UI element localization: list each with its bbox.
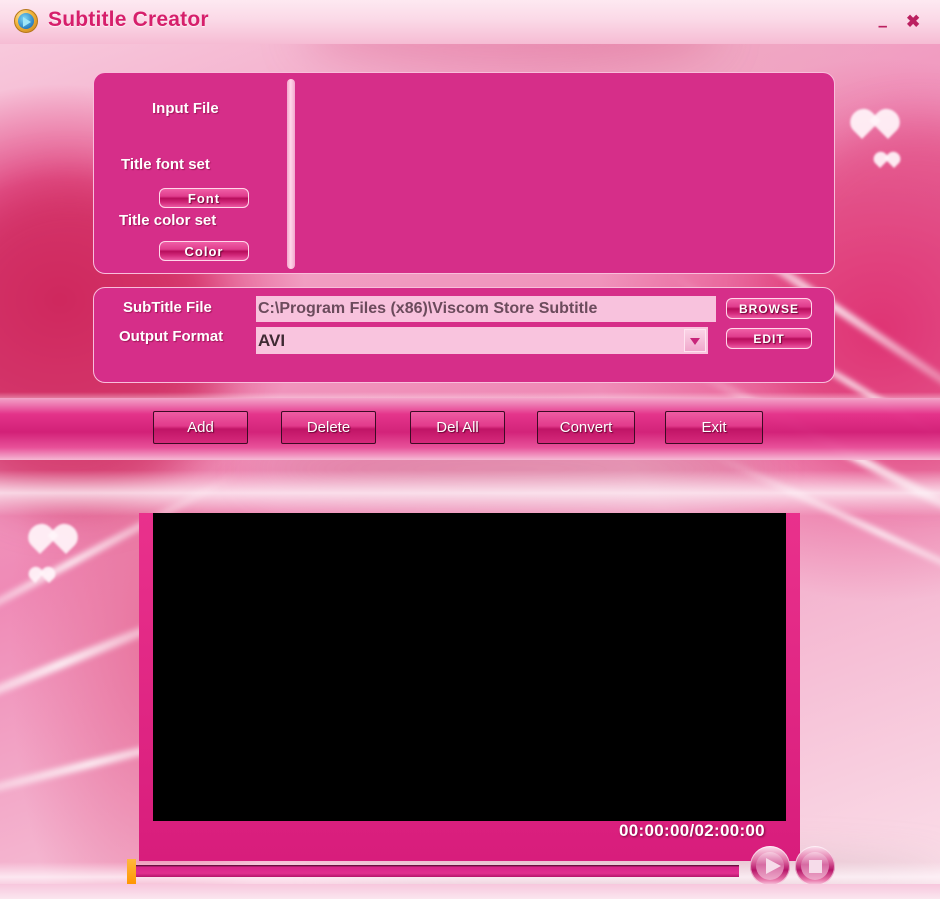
exit-button[interactable]: Exit <box>665 411 763 444</box>
output-format-select[interactable]: AVI <box>256 327 708 354</box>
input-file-label: Input File <box>152 100 219 117</box>
subtitle-file-label: SubTitle File <box>123 299 212 316</box>
seek-bar[interactable] <box>100 857 740 885</box>
browse-button[interactable]: BROWSE <box>726 298 812 319</box>
heart-icon <box>35 570 49 583</box>
title-font-set-label: Title font set <box>121 156 210 173</box>
minimize-button[interactable]: – <box>878 16 887 36</box>
convert-button[interactable]: Convert <box>537 411 635 444</box>
window-title: Subtitle Creator <box>48 8 209 31</box>
time-display: 00:00:00/02:00:00 <box>619 821 765 840</box>
chevron-down-icon[interactable] <box>684 329 706 352</box>
font-button[interactable]: Font <box>159 188 249 208</box>
output-format-label: Output Format <box>119 328 224 345</box>
heart-icon <box>880 155 894 168</box>
title-bar: Subtitle Creator – ✖ <box>0 0 940 44</box>
bottom-strip <box>0 884 940 899</box>
video-preview[interactable] <box>153 513 786 821</box>
edit-button[interactable]: EDIT <box>726 328 812 349</box>
title-color-set-label: Title color set <box>119 212 217 229</box>
stop-icon <box>809 860 822 873</box>
stop-button[interactable] <box>795 846 835 886</box>
seek-thumb[interactable] <box>127 859 136 885</box>
heart-icon <box>40 530 66 554</box>
output-format-value: AVI <box>258 331 286 350</box>
play-button[interactable] <box>750 846 790 886</box>
play-disc-icon <box>14 9 38 33</box>
add-button[interactable]: Add <box>153 411 248 444</box>
color-button[interactable]: Color <box>159 241 249 261</box>
heart-icon <box>862 115 888 139</box>
seek-track[interactable] <box>133 865 739 877</box>
play-disc-icon-triangle <box>23 17 31 27</box>
file-list-scrollbar[interactable] <box>287 79 295 269</box>
subtitle-file-input[interactable]: C:\Program Files (x86)\Viscom Store Subt… <box>256 296 716 322</box>
delete-all-button[interactable]: Del All <box>410 411 505 444</box>
application-window: Subtitle Creator – ✖ Input File Title fo… <box>0 0 940 899</box>
delete-button[interactable]: Delete <box>281 411 376 444</box>
close-button[interactable]: ✖ <box>906 12 920 32</box>
play-icon <box>766 858 781 874</box>
